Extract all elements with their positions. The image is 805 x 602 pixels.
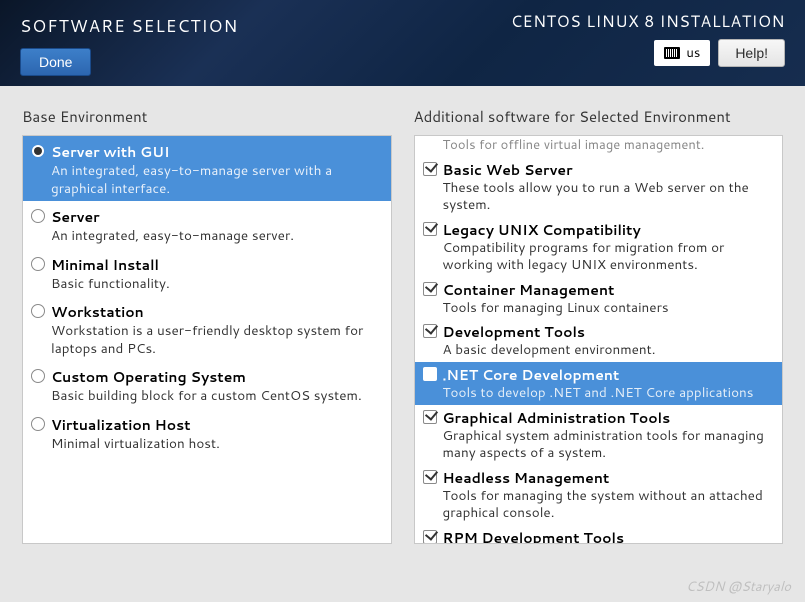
radio-icon (31, 417, 45, 431)
environment-name: Minimal Install (51, 255, 383, 275)
checkbox-icon (423, 367, 437, 381)
page-title: SOFTWARE SELECTION (20, 14, 238, 38)
additional-software-panel: Additional software for Selected Environ… (414, 106, 784, 544)
addon-option[interactable]: Graphical Administration Tools Graphical… (415, 405, 783, 465)
addon-desc: Tools for managing Linux containers (443, 300, 775, 317)
addon-option[interactable]: Basic Web Server These tools allow you t… (415, 157, 783, 217)
addon-option[interactable]: Development Tools A basic development en… (415, 319, 783, 362)
addon-name: Legacy UNIX Compatibility (443, 220, 775, 240)
radio-icon (31, 304, 45, 318)
environment-option[interactable]: Server with GUI An integrated, easy-to-m… (23, 136, 391, 201)
addon-partial-top: Tools for offline virtual image manageme… (415, 136, 783, 157)
addon-name: Graphical Administration Tools (443, 408, 775, 428)
addon-option[interactable]: Container Management Tools for managing … (415, 277, 783, 320)
checkbox-icon (423, 530, 437, 544)
environment-option[interactable]: Virtualization Host Minimal virtualizati… (23, 409, 391, 457)
addon-name: Basic Web Server (443, 160, 775, 180)
environment-name: Workstation (51, 302, 383, 322)
environment-list[interactable]: Server with GUI An integrated, easy-to-m… (22, 135, 392, 544)
environment-desc: Basic building block for a custom CentOS… (51, 387, 383, 405)
checkbox-icon (423, 222, 437, 236)
addon-name: Container Management (443, 280, 775, 300)
addon-option[interactable]: .NET Core Development Tools to develop .… (415, 362, 783, 405)
environment-name: Custom Operating System (51, 367, 383, 387)
addon-list[interactable]: Tools for offline virtual image manageme… (414, 135, 784, 544)
addon-name: Development Tools (443, 322, 775, 342)
environment-option[interactable]: Custom Operating System Basic building b… (23, 361, 391, 409)
checkbox-icon (423, 410, 437, 424)
addon-option[interactable]: Headless Management Tools for managing t… (415, 465, 783, 525)
addon-name: .NET Core Development (443, 365, 775, 385)
keyboard-indicator[interactable]: us (654, 40, 710, 66)
checkbox-icon (423, 470, 437, 484)
radio-icon (31, 369, 45, 383)
environment-option[interactable]: Workstation Workstation is a user-friend… (23, 296, 391, 361)
environment-option[interactable]: Server An integrated, easy-to-manage ser… (23, 201, 391, 249)
addon-desc: These tools allow you to run a Web serve… (443, 180, 775, 214)
keyboard-icon (664, 47, 680, 59)
addon-desc: Tools for managing the system without an… (443, 488, 775, 522)
header-bar: SOFTWARE SELECTION Done CENTOS LINUX 8 I… (0, 0, 805, 86)
addon-option[interactable]: RPM Development Tools Tools used for bui… (415, 525, 783, 544)
radio-icon (31, 209, 45, 223)
environment-name: Server with GUI (51, 142, 383, 162)
environment-desc: Minimal virtualization host. (51, 435, 383, 453)
checkbox-icon (423, 324, 437, 338)
addon-desc: Compatibility programs for migration fro… (443, 240, 775, 274)
base-environment-panel: Base Environment Server with GUI An inte… (22, 106, 392, 544)
environment-desc: Basic functionality. (51, 275, 383, 293)
addon-desc: Tools to develop .NET and .NET Core appl… (443, 385, 775, 402)
addon-desc: Graphical system administration tools fo… (443, 428, 775, 462)
addon-option[interactable]: Legacy UNIX Compatibility Compatibility … (415, 217, 783, 277)
install-title: CENTOS LINUX 8 INSTALLATION (511, 10, 785, 33)
environment-desc: An integrated, easy-to-manage server wit… (51, 162, 383, 197)
addon-desc: A basic development environment. (443, 342, 775, 359)
checkbox-icon (423, 162, 437, 176)
addon-name: RPM Development Tools (443, 528, 775, 544)
environment-name: Server (51, 207, 383, 227)
radio-icon (31, 257, 45, 271)
environment-desc: An integrated, easy-to-manage server. (51, 227, 383, 245)
environment-name: Virtualization Host (51, 415, 383, 435)
base-environment-title: Base Environment (22, 106, 392, 127)
watermark: CSDN @Staryalo (686, 578, 791, 596)
radio-icon (31, 144, 45, 158)
environment-option[interactable]: Minimal Install Basic functionality. (23, 249, 391, 297)
additional-software-title: Additional software for Selected Environ… (414, 106, 784, 127)
environment-desc: Workstation is a user-friendly desktop s… (51, 322, 383, 357)
addon-name: Headless Management (443, 468, 775, 488)
keyboard-layout-label: us (686, 44, 700, 62)
help-button[interactable]: Help! (718, 39, 785, 67)
checkbox-icon (423, 282, 437, 296)
done-button[interactable]: Done (20, 48, 91, 76)
